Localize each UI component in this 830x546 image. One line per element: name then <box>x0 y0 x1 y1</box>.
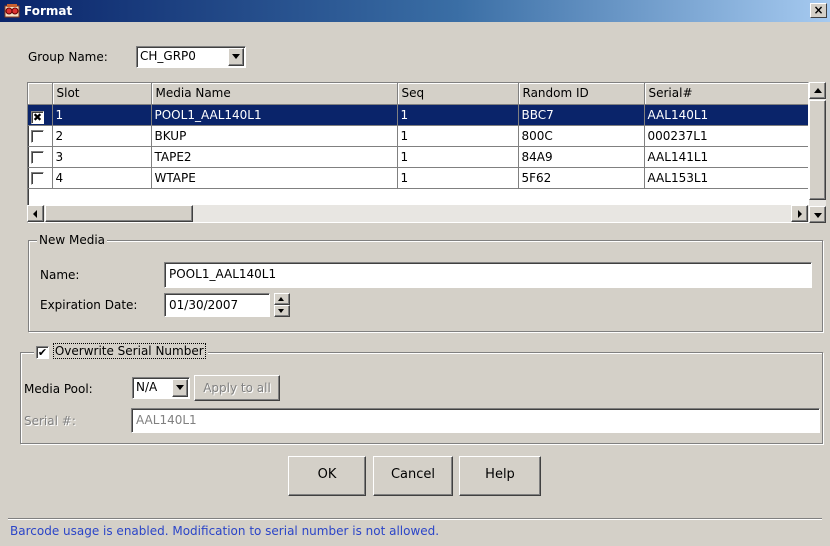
chevron-down-icon <box>176 385 184 390</box>
vertical-scroll-thumb[interactable] <box>809 100 826 200</box>
table-horizontal-scrollbar[interactable] <box>27 205 809 222</box>
column-header-serial[interactable]: Serial# <box>644 83 808 105</box>
cell-seq: 1 <box>397 104 519 126</box>
cell-media-name: POOL1_AAL140L1 <box>151 104 398 126</box>
cell-random-id: 800C <box>518 125 645 147</box>
cell-seq: 1 <box>397 146 519 168</box>
row-checkbox[interactable] <box>31 150 44 164</box>
title-bar: Format × <box>0 0 830 22</box>
check-mark-icon: ✔ <box>37 346 48 359</box>
expiration-date-input[interactable]: 01/30/2007 <box>164 293 270 317</box>
column-header-slot[interactable]: Slot <box>52 83 152 105</box>
name-label: Name: <box>40 268 80 282</box>
spinner-down-button[interactable] <box>274 305 290 317</box>
group-name-dropdown-button[interactable] <box>228 48 244 66</box>
cell-slot: 2 <box>52 125 152 147</box>
table-row[interactable]: 4 WTAPE 1 5F62 AAL153L1 <box>28 167 808 189</box>
chevron-down-icon <box>232 54 240 59</box>
apply-to-all-button[interactable]: Apply to all <box>194 375 280 401</box>
group-name-combo[interactable]: CH_GRP0 <box>136 46 246 68</box>
media-pool-combo[interactable]: N/A <box>132 377 190 399</box>
scroll-right-button[interactable] <box>791 205 808 222</box>
format-window-icon <box>4 3 20 19</box>
cell-serial: AAL140L1 <box>644 104 808 126</box>
expiration-date-spinner[interactable] <box>274 293 290 317</box>
row-checkbox[interactable]: ✖ <box>31 110 44 124</box>
cell-random-id: 84A9 <box>518 146 645 168</box>
scroll-left-icon <box>33 210 37 218</box>
spinner-up-icon <box>278 297 284 301</box>
scroll-up-icon <box>814 88 822 93</box>
scroll-right-icon <box>798 210 802 218</box>
table-row[interactable]: ✖ 1 POOL1_AAL140L1 1 BBC7 AAL140L1 <box>28 104 808 126</box>
scroll-left-button[interactable] <box>27 205 44 222</box>
row-checkbox[interactable] <box>31 129 44 143</box>
close-button[interactable]: × <box>810 3 827 18</box>
scroll-down-icon <box>814 213 822 218</box>
cell-serial: AAL141L1 <box>644 146 808 168</box>
cell-seq: 1 <box>397 125 519 147</box>
cell-serial: AAL153L1 <box>644 167 808 189</box>
table-vertical-scrollbar[interactable] <box>809 82 826 223</box>
table-row[interactable]: 3 TAPE2 1 84A9 AAL141L1 <box>28 146 808 168</box>
table-header-row: Slot Media Name Seq Random ID Serial# <box>28 83 808 105</box>
spinner-down-icon <box>278 309 284 313</box>
cell-random-id: BBC7 <box>518 104 645 126</box>
cell-slot: 3 <box>52 146 152 168</box>
cell-random-id: 5F62 <box>518 167 645 189</box>
media-pool-label: Media Pool: <box>24 382 93 396</box>
column-header-random-id[interactable]: Random ID <box>518 83 645 105</box>
cell-serial: 000237L1 <box>644 125 808 147</box>
media-table: Slot Media Name Seq Random ID Serial# ✖ … <box>27 82 809 223</box>
column-header-seq[interactable]: Seq <box>397 83 519 105</box>
help-button[interactable]: Help <box>459 456 541 496</box>
cell-media-name: WTAPE <box>151 167 398 189</box>
serial-number-input[interactable]: AAL140L1 <box>131 408 820 433</box>
ok-button[interactable]: OK <box>288 456 366 496</box>
cancel-button[interactable]: Cancel <box>373 456 453 496</box>
horizontal-scroll-thumb[interactable] <box>45 205 193 222</box>
close-icon: × <box>813 3 824 17</box>
expiration-date-label: Expiration Date: <box>40 298 138 312</box>
scroll-down-button[interactable] <box>809 206 826 223</box>
overwrite-serial-checkbox[interactable]: ✔ <box>36 346 49 359</box>
window-title: Format <box>24 4 73 18</box>
column-header-media-name[interactable]: Media Name <box>151 83 398 105</box>
media-pool-dropdown-button[interactable] <box>172 379 188 397</box>
cell-slot: 1 <box>52 104 152 126</box>
name-input[interactable]: POOL1_AAL140L1 <box>164 262 812 288</box>
cell-slot: 4 <box>52 167 152 189</box>
group-name-label: Group Name: <box>28 50 108 64</box>
cell-media-name: TAPE2 <box>151 146 398 168</box>
cell-seq: 1 <box>397 167 519 189</box>
new-media-legend: New Media <box>37 233 108 247</box>
overwrite-serial-label[interactable]: Overwrite Serial Number <box>52 343 206 359</box>
table-row[interactable]: 2 BKUP 1 800C 000237L1 <box>28 125 808 147</box>
status-message: Barcode usage is enabled. Modification t… <box>10 524 440 538</box>
cell-media-name: BKUP <box>151 125 398 147</box>
spinner-up-button[interactable] <box>274 293 290 305</box>
x-mark-icon: ✖ <box>32 110 43 124</box>
column-header-select[interactable] <box>28 83 53 105</box>
serial-number-label: Serial #: <box>24 414 76 428</box>
scroll-up-button[interactable] <box>809 82 826 99</box>
row-checkbox[interactable] <box>31 171 44 185</box>
overwrite-serial-legend: ✔ Overwrite Serial Number <box>34 343 208 360</box>
